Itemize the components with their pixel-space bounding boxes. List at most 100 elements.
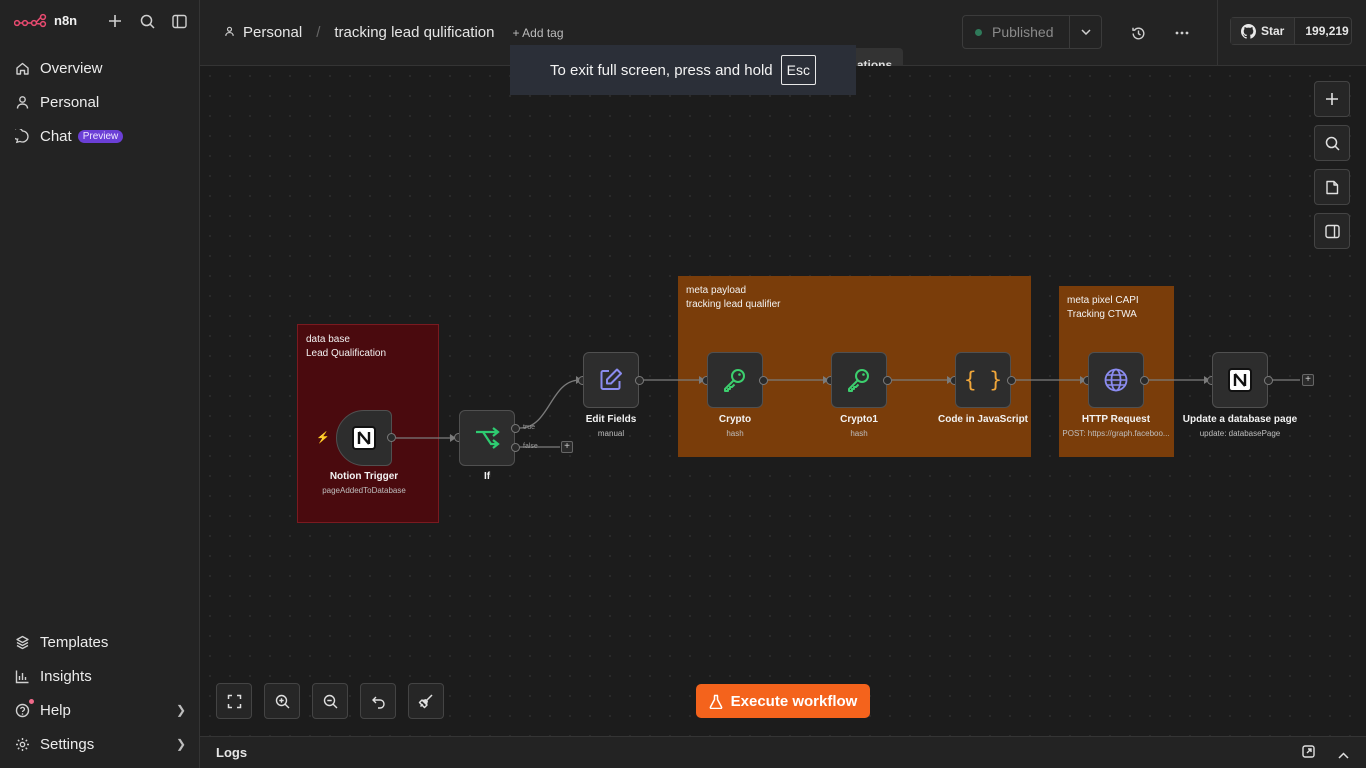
sticky-note-button[interactable] bbox=[1314, 169, 1350, 205]
output-port[interactable] bbox=[1264, 376, 1273, 385]
key-icon bbox=[848, 369, 869, 392]
sidebar-item-help[interactable]: Help ❯ bbox=[0, 693, 200, 727]
github-star-left: Star bbox=[1231, 18, 1296, 44]
undo-icon bbox=[371, 696, 385, 709]
output-port[interactable] bbox=[1007, 376, 1016, 385]
user-icon bbox=[14, 94, 30, 110]
fit-view-button[interactable] bbox=[216, 683, 252, 719]
output-port-false[interactable] bbox=[511, 443, 520, 452]
add-icon[interactable] bbox=[106, 12, 124, 30]
output-port-true[interactable] bbox=[511, 424, 520, 433]
zoom-in-button[interactable] bbox=[264, 683, 300, 719]
toggle-panel-button[interactable] bbox=[1314, 213, 1350, 249]
collapse-sidebar-icon[interactable] bbox=[170, 12, 188, 30]
zoom-out-button[interactable] bbox=[312, 683, 348, 719]
chevron-right-icon: ❯ bbox=[175, 737, 186, 751]
sidebar-item-label: Chat bbox=[40, 127, 72, 145]
user-icon bbox=[224, 24, 235, 41]
code-braces-icon: { } bbox=[964, 368, 1002, 392]
output-port[interactable] bbox=[759, 376, 768, 385]
flask-icon bbox=[709, 694, 723, 709]
tidy-up-button[interactable] bbox=[408, 683, 444, 719]
execute-workflow-label: Execute workflow bbox=[730, 692, 858, 710]
output-port[interactable] bbox=[635, 376, 644, 385]
undo-button[interactable] bbox=[360, 683, 396, 719]
sidebar-main-nav: Overview Personal Chat Preview bbox=[0, 51, 200, 153]
node-subtitle: update: databasePage bbox=[1199, 429, 1281, 438]
chevron-down-icon bbox=[1080, 29, 1091, 35]
preview-badge: Preview bbox=[77, 129, 124, 143]
insights-icon bbox=[14, 668, 30, 684]
chevron-right-icon: ❯ bbox=[175, 703, 186, 717]
output-port[interactable] bbox=[387, 433, 396, 442]
search-icon bbox=[1325, 136, 1340, 151]
node-http-request[interactable] bbox=[1088, 352, 1144, 408]
chevron-up-icon[interactable] bbox=[1338, 747, 1349, 762]
node-crypto1[interactable] bbox=[831, 352, 887, 408]
zoom-in-icon bbox=[275, 694, 289, 708]
node-if[interactable] bbox=[459, 410, 515, 466]
n8n-logo[interactable]: n8n bbox=[14, 12, 77, 28]
history-icon[interactable] bbox=[1129, 24, 1147, 42]
sidebar-item-label: Help bbox=[40, 701, 71, 719]
node-title: Update a database page bbox=[1182, 414, 1298, 425]
popout-icon[interactable] bbox=[1302, 745, 1315, 761]
fullscreen-icon bbox=[227, 694, 241, 708]
node-edit-fields[interactable] bbox=[583, 352, 639, 408]
fullscreen-toast: To exit full screen, press and hold Esc bbox=[510, 45, 856, 95]
sidebar: n8n Overview Personal Chat Preview Templ… bbox=[0, 0, 200, 768]
publish-dropdown-button[interactable] bbox=[1070, 29, 1101, 35]
search-icon[interactable] bbox=[138, 12, 156, 30]
sidebar-item-overview[interactable]: Overview bbox=[0, 51, 200, 85]
github-star-count: 199,219 bbox=[1305, 24, 1349, 38]
output-port[interactable] bbox=[883, 376, 892, 385]
workflow-name[interactable]: tracking lead qulification bbox=[334, 24, 494, 41]
notion-icon bbox=[1228, 368, 1252, 392]
gear-icon bbox=[14, 736, 30, 752]
plus-icon bbox=[1326, 93, 1338, 105]
github-star-label: Star bbox=[1261, 24, 1285, 38]
logs-bar[interactable]: Logs bbox=[200, 736, 1366, 768]
sidebar-item-insights[interactable]: Insights bbox=[0, 659, 200, 693]
sidebar-item-label: Insights bbox=[40, 667, 92, 685]
execute-workflow-button[interactable]: Execute workflow bbox=[696, 684, 870, 718]
trigger-bolt-icon: ⚡ bbox=[316, 432, 330, 444]
sidebar-item-templates[interactable]: Templates bbox=[0, 625, 200, 659]
workflow-canvas[interactable]: data base Lead Qualification meta payloa… bbox=[200, 66, 1366, 736]
pencil-icon bbox=[600, 368, 622, 390]
node-code-javascript[interactable]: { } bbox=[955, 352, 1011, 408]
add-tag-button[interactable]: + Add tag bbox=[512, 26, 563, 40]
add-node-panel-button[interactable] bbox=[1314, 81, 1350, 117]
branch-label-false: false bbox=[523, 443, 538, 450]
breadcrumb-project[interactable]: Personal bbox=[243, 24, 302, 41]
connections-layer bbox=[396, 376, 1300, 448]
published-button[interactable]: Published bbox=[963, 16, 1070, 48]
breadcrumb-separator: / bbox=[316, 24, 321, 41]
n8n-logo-icon bbox=[14, 13, 47, 28]
node-crypto[interactable] bbox=[707, 352, 763, 408]
sidebar-item-label: Settings bbox=[40, 735, 95, 753]
sidebar-item-personal[interactable]: Personal bbox=[0, 85, 200, 119]
broom-icon bbox=[418, 694, 433, 709]
sidebar-item-settings[interactable]: Settings ❯ bbox=[0, 727, 200, 761]
panel-icon bbox=[1324, 224, 1340, 238]
node-notion-trigger[interactable] bbox=[336, 410, 392, 466]
toast-text: To exit full screen, press and hold bbox=[550, 61, 773, 79]
sidebar-item-chat[interactable]: Chat Preview bbox=[0, 119, 200, 153]
published-label: Published bbox=[992, 24, 1054, 40]
github-star-button[interactable]: Star 199,219 bbox=[1230, 17, 1352, 45]
sidebar-item-label: Personal bbox=[40, 93, 100, 111]
more-options-icon[interactable] bbox=[1173, 24, 1191, 42]
node-update-database-page[interactable] bbox=[1212, 352, 1268, 408]
add-node-button[interactable]: + bbox=[561, 441, 573, 453]
node-subtitle: hash bbox=[850, 429, 868, 438]
if-branch-icon bbox=[476, 427, 500, 449]
chat-icon bbox=[14, 128, 30, 144]
sidebar-top-actions bbox=[106, 12, 188, 30]
status-dot bbox=[975, 28, 982, 36]
node-title: If bbox=[483, 471, 491, 482]
output-port[interactable] bbox=[1140, 376, 1149, 385]
add-node-button[interactable]: + bbox=[1302, 374, 1314, 386]
search-nodes-button[interactable] bbox=[1314, 125, 1350, 161]
notion-icon bbox=[352, 426, 376, 450]
